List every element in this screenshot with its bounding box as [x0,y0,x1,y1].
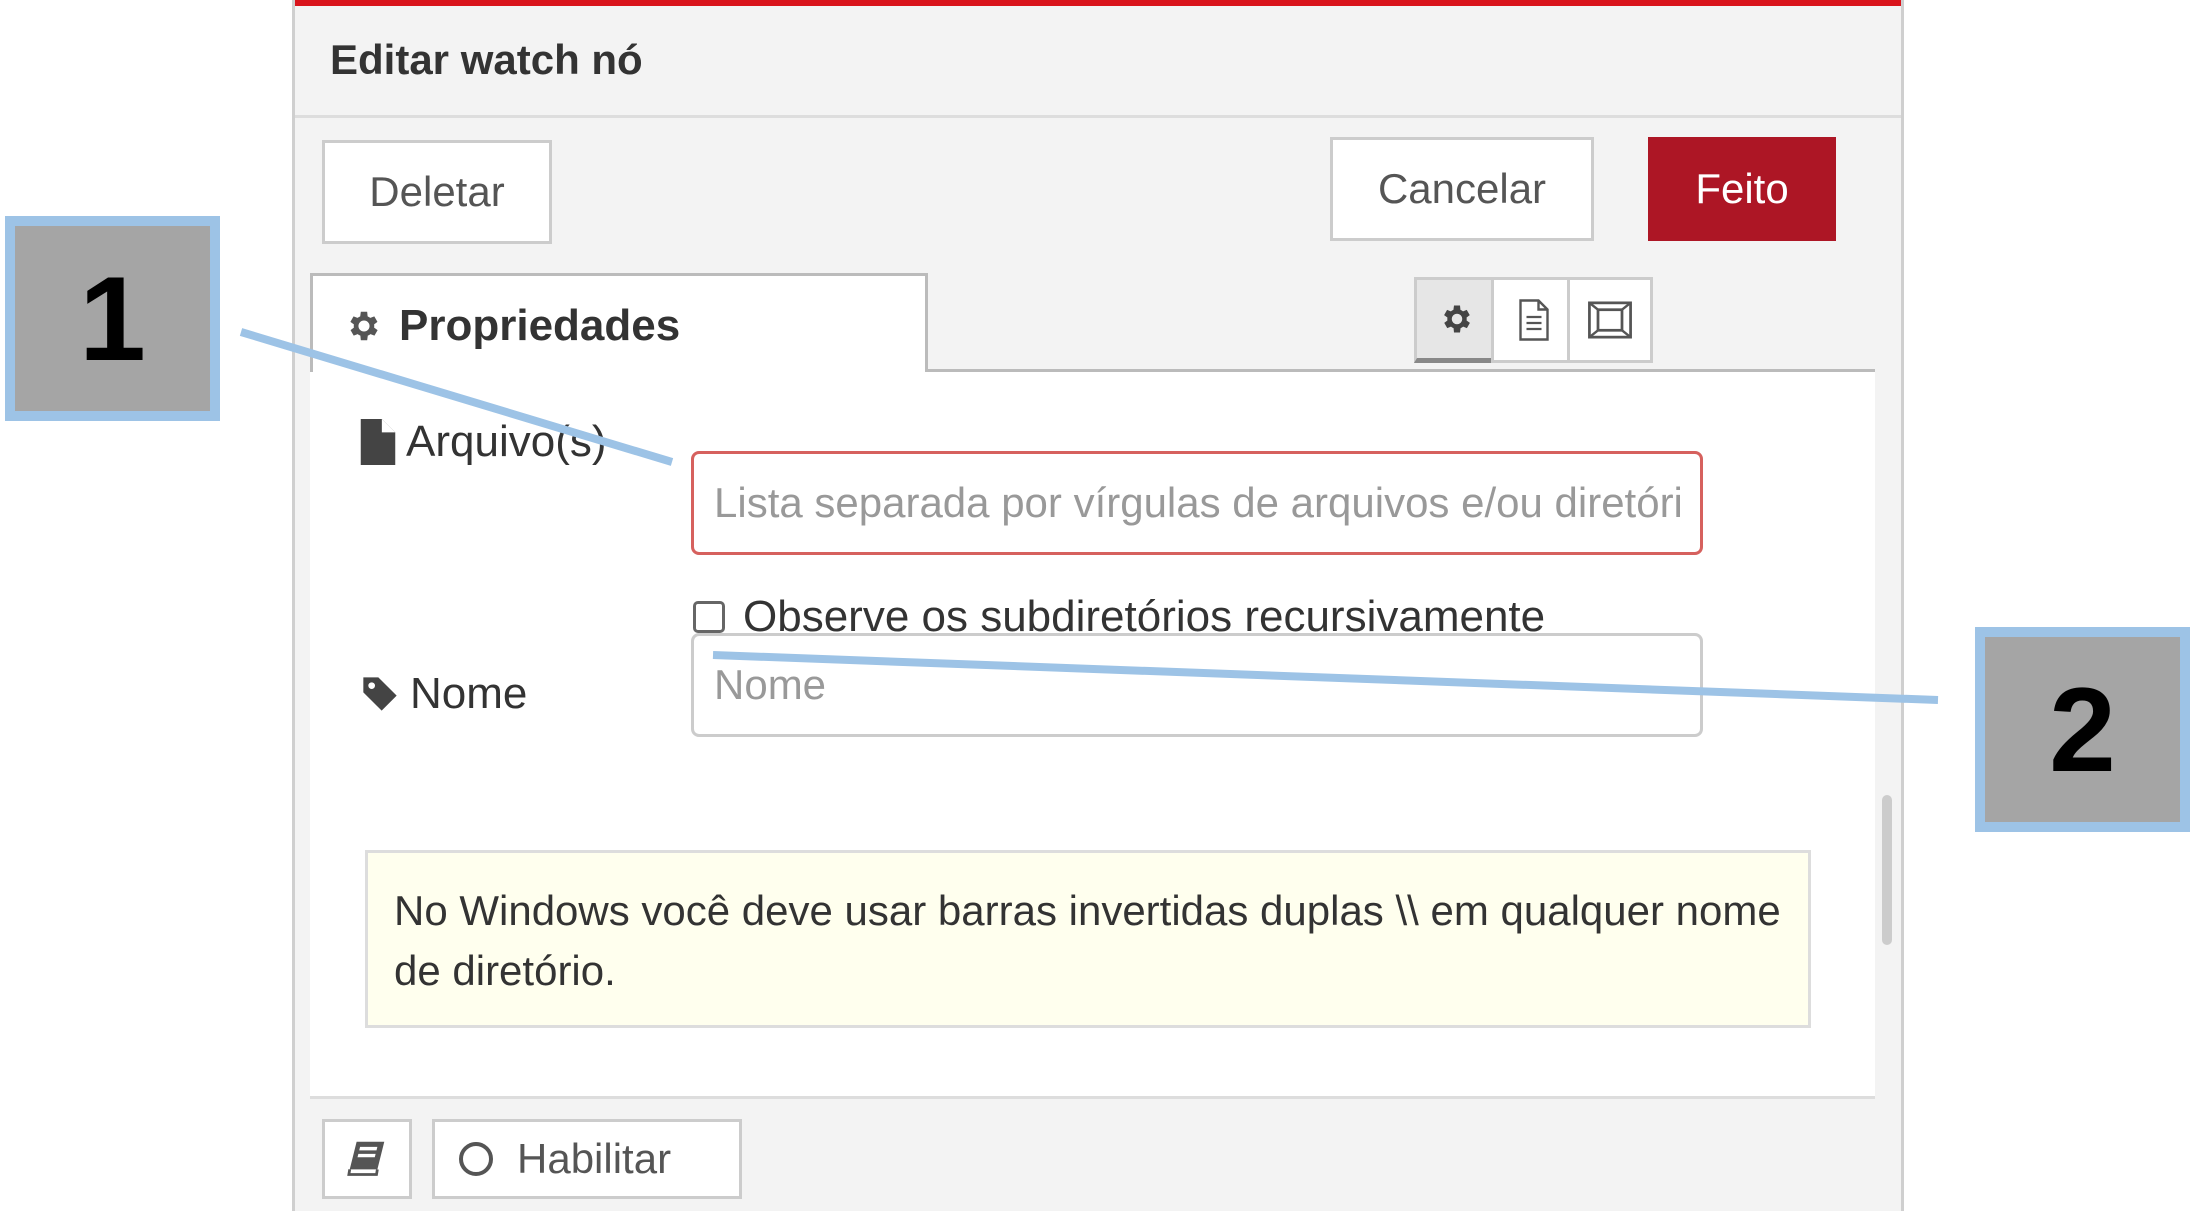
window-maximize-icon [1588,301,1632,339]
tab-appearance-icon-button[interactable] [1567,277,1653,363]
annotation-callout-2: 2 [1975,627,2190,832]
done-button[interactable]: Feito [1648,137,1836,241]
delete-button[interactable]: Deletar [322,140,552,244]
name-input[interactable] [691,633,1703,737]
circle-icon [459,1142,493,1176]
cancel-button[interactable]: Cancelar [1330,137,1594,241]
vertical-scrollbar[interactable] [1882,795,1892,945]
name-label-text: Nome [410,669,528,718]
gear-icon [350,311,378,340]
tab-properties-label: Propriedades [399,300,681,350]
properties-panel: Arquivo(s) Observe os subdiretórios recu… [310,372,1875,1099]
tag-icon [363,677,397,711]
files-label-text: Arquivo(s) [406,417,607,466]
gear-icon [1444,305,1470,333]
dialog-title: Editar watch nó [330,36,643,83]
files-input[interactable] [691,451,1703,555]
tab-settings-icon-button[interactable] [1414,277,1500,363]
recursive-checkbox[interactable] [693,601,725,633]
dialog-title-bar: Editar watch nó [295,6,1901,118]
file-text-icon [1519,299,1549,341]
annotation-callout-1: 1 [5,216,220,421]
tab-properties[interactable]: Propriedades [310,273,928,375]
book-icon [347,1141,385,1176]
windows-path-tip: No Windows você deve usar barras inverti… [365,850,1811,1028]
file-icon [360,419,396,465]
name-field-label: Nome [360,669,527,719]
enable-toggle-button[interactable]: Habilitar [432,1119,742,1199]
dialog-footer: Habilitar [295,1099,1901,1211]
tab-description-icon-button[interactable] [1491,277,1577,363]
edit-node-dialog: Editar watch nó Deletar Cancelar Feito P… [292,0,1904,1211]
files-field-label: Arquivo(s) [360,417,607,467]
tab-bar: Propriedades [310,262,1875,375]
enable-label: Habilitar [517,1135,672,1182]
help-button[interactable] [322,1119,412,1199]
